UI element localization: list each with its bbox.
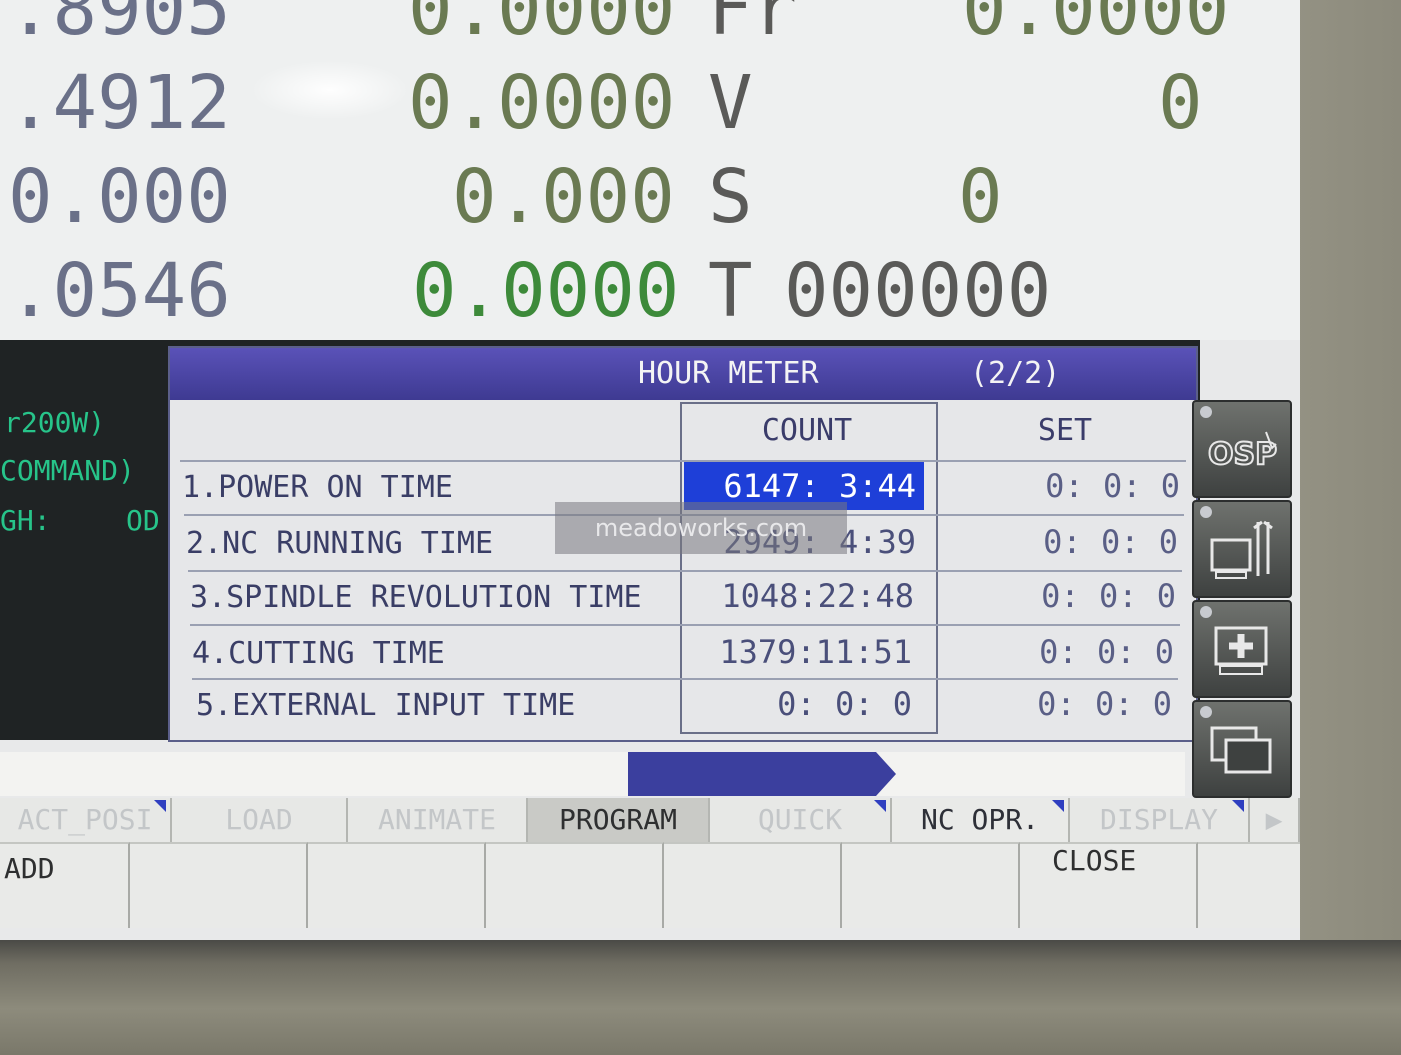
pos-label-row4: T bbox=[708, 248, 753, 334]
row-divider bbox=[180, 460, 1186, 462]
progress-track bbox=[0, 752, 1185, 796]
chevron-right-icon: ▶ bbox=[1265, 803, 1283, 836]
row-label-nc-running-time[interactable]: 2.NC RUNNING TIME bbox=[186, 526, 493, 561]
pos-col2-row3: 0.000 bbox=[452, 154, 675, 240]
tab-scroll-right[interactable]: ▶ bbox=[1250, 798, 1300, 842]
tab-corner-marker bbox=[874, 800, 886, 812]
pos-label-row3: S bbox=[708, 154, 753, 240]
tab-corner-marker bbox=[1052, 800, 1064, 812]
tab-load[interactable]: LOAD bbox=[172, 798, 348, 842]
fkey-6[interactable] bbox=[842, 842, 1020, 928]
tab-label: ACT_POSI bbox=[17, 803, 153, 836]
svg-text:OSP: OSP bbox=[1208, 437, 1277, 472]
position-display: .8905 0.0000 Fr 0.0000 .4912 0.0000 V 0 … bbox=[0, 0, 1300, 340]
osp-logo-button[interactable]: OSP bbox=[1192, 400, 1292, 498]
tab-animate[interactable]: ANIMATE bbox=[348, 798, 528, 842]
pos-col1-row4: .0546 bbox=[8, 248, 231, 334]
pos-value-row2: 0 bbox=[1158, 60, 1203, 146]
fkey-3[interactable] bbox=[308, 842, 486, 928]
osp-logo-icon: OSP bbox=[1207, 431, 1278, 473]
medical-cross-icon bbox=[1214, 626, 1268, 675]
status-line-2: COMMAND) bbox=[0, 454, 135, 487]
pos-value-row3: 0 bbox=[958, 154, 1003, 240]
function-key-bar: ADD CLOSE bbox=[0, 842, 1300, 928]
screen: .8905 0.0000 Fr 0.0000 .4912 0.0000 V 0 … bbox=[0, 0, 1300, 940]
maintenance-button[interactable] bbox=[1192, 500, 1292, 598]
row-label-external-input-time[interactable]: 5.EXTERNAL INPUT TIME bbox=[196, 688, 575, 723]
fkey-label: CLOSE bbox=[1052, 844, 1137, 877]
pos-value-row4: 000000 bbox=[784, 248, 1052, 334]
row-set-power-on-time[interactable]: 0: 0: 0 bbox=[950, 464, 1180, 508]
tab-label: QUICK bbox=[757, 803, 843, 836]
medical-button[interactable] bbox=[1192, 600, 1292, 698]
row-label-cutting-time[interactable]: 4.CUTTING TIME bbox=[192, 636, 445, 671]
row-divider bbox=[190, 624, 1180, 626]
pos-col1-row1: .8905 bbox=[8, 0, 231, 52]
row-set-external-input-time[interactable]: 0: 0: 0 bbox=[950, 682, 1172, 726]
tab-label: ANIMATE bbox=[377, 803, 496, 836]
pos-col2-row1: 0.0000 bbox=[408, 0, 676, 52]
windows-icon bbox=[1210, 726, 1272, 774]
tab-label: NC OPR. bbox=[920, 803, 1039, 836]
row-label-power-on-time[interactable]: 1.POWER ON TIME bbox=[182, 470, 453, 505]
fkey-add[interactable]: ADD bbox=[0, 842, 130, 928]
maintenance-tools-icon bbox=[1210, 520, 1273, 579]
dialog-title-bar: HOUR METER (2/2) bbox=[170, 348, 1196, 400]
fkey-5[interactable] bbox=[664, 842, 842, 928]
fkey-2[interactable] bbox=[130, 842, 308, 928]
status-line-3-right: OD bbox=[126, 504, 160, 537]
row-count-cutting-time[interactable]: 1379:11:51 bbox=[684, 630, 924, 674]
row-count-spindle-revolution-time[interactable]: 1048:22:48 bbox=[684, 574, 924, 618]
column-header-set: SET bbox=[1037, 413, 1093, 448]
pos-value-row1: 0.0000 bbox=[962, 0, 1230, 52]
row-set-cutting-time[interactable]: 0: 0: 0 bbox=[950, 630, 1174, 674]
tab-label: LOAD bbox=[225, 803, 293, 836]
dialog-title: HOUR METER bbox=[638, 356, 819, 391]
windows-button[interactable] bbox=[1192, 700, 1292, 798]
tab-corner-marker bbox=[1232, 800, 1244, 812]
tab-label: PROGRAM bbox=[558, 803, 677, 836]
tab-quick[interactable]: QUICK bbox=[710, 798, 892, 842]
tab-label: DISPLAY bbox=[1099, 803, 1218, 836]
row-count-external-input-time[interactable]: 0: 0: 0 bbox=[684, 682, 924, 726]
tab-act-posi[interactable]: ACT_POSI bbox=[0, 798, 172, 842]
pos-col1-row2: .4912 bbox=[8, 60, 231, 146]
row-divider bbox=[188, 570, 1182, 572]
fkey-close[interactable]: CLOSE bbox=[1020, 842, 1198, 928]
monitor-bezel-bottom bbox=[0, 940, 1401, 1055]
tab-bar: ACT_POSI LOAD ANIMATE PROGRAM QUICK NC O… bbox=[0, 798, 1300, 842]
watermark: meadoworks.com bbox=[555, 502, 847, 554]
tab-corner-marker bbox=[154, 800, 166, 812]
row-set-nc-running-time[interactable]: 0: 0: 0 bbox=[950, 520, 1178, 564]
pos-label-row2: V bbox=[708, 60, 753, 146]
fkey-label: ADD bbox=[4, 852, 55, 885]
pos-col2-row2: 0.0000 bbox=[408, 60, 676, 146]
row-divider bbox=[192, 678, 1178, 680]
progress-indicator bbox=[628, 752, 896, 796]
fkey-4[interactable] bbox=[486, 842, 664, 928]
status-line-3-left: GH: bbox=[0, 504, 51, 537]
fkey-8[interactable] bbox=[1198, 842, 1300, 928]
pos-col1-row3: 0.000 bbox=[8, 154, 231, 240]
pos-col2-row4: 0.0000 bbox=[412, 248, 680, 334]
tab-display[interactable]: DISPLAY bbox=[1070, 798, 1250, 842]
tab-program[interactable]: PROGRAM bbox=[528, 798, 710, 842]
row-set-spindle-revolution-time[interactable]: 0: 0: 0 bbox=[950, 574, 1176, 618]
dialog-page-indicator: (2/2) bbox=[970, 356, 1061, 391]
tab-nc-opr[interactable]: NC OPR. bbox=[892, 798, 1070, 842]
row-label-spindle-revolution-time[interactable]: 3.SPINDLE REVOLUTION TIME bbox=[190, 580, 642, 615]
screen-glare bbox=[250, 60, 410, 120]
status-line-1: r200W) bbox=[4, 406, 106, 439]
pos-label-row1: Fr bbox=[708, 0, 798, 52]
